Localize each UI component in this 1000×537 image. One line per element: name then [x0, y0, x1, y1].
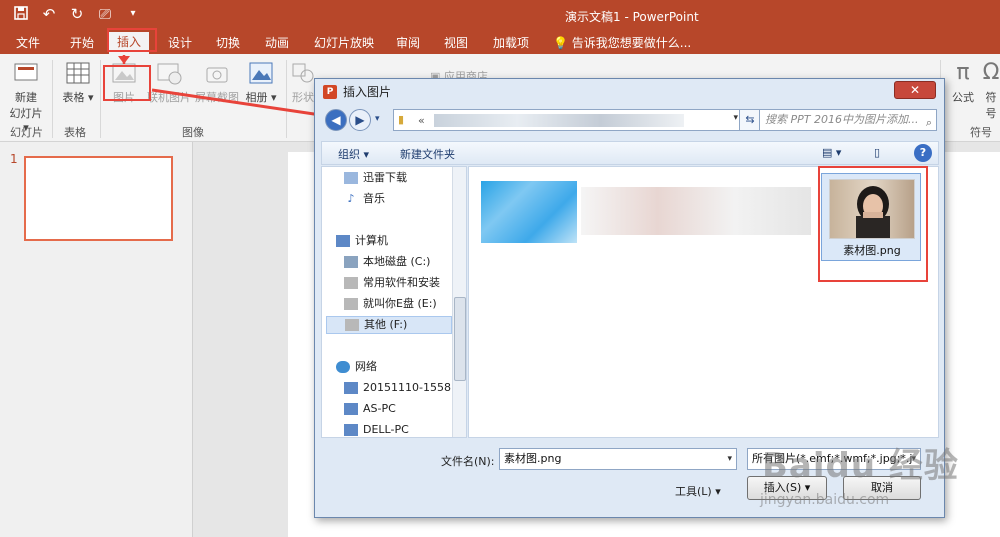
- network-icon: [336, 361, 350, 373]
- new-folder-button[interactable]: 新建文件夹: [400, 146, 455, 162]
- music-icon: ♪: [347, 192, 355, 205]
- filename-label: 文件名(N):: [441, 455, 495, 468]
- help-icon[interactable]: ?: [914, 144, 932, 162]
- recent-locations-icon[interactable]: ▾: [375, 114, 380, 124]
- filename-input[interactable]: 素材图.png ▾: [499, 448, 737, 470]
- drive-icon: [344, 277, 358, 289]
- baidu-watermark: Baidu 经验 jingyan.baidu.com: [740, 430, 990, 530]
- search-placeholder: 搜索 PPT 2016中为图片添加...: [765, 113, 919, 126]
- blurred-file-1: [481, 181, 577, 243]
- nav-item-music[interactable]: ♪ 音乐: [344, 190, 385, 208]
- pc-icon: [344, 382, 358, 394]
- back-button[interactable]: ◀: [325, 109, 347, 131]
- pc-icon: [344, 424, 358, 436]
- annotation-box-file: [818, 166, 928, 282]
- nav-item-network-pc-3[interactable]: DELL-PC: [344, 421, 409, 437]
- forward-button[interactable]: ▶: [349, 109, 371, 131]
- filename-dropdown-icon[interactable]: ▾: [727, 449, 732, 469]
- address-prefix: «: [418, 114, 425, 127]
- drive-c-icon: [344, 256, 358, 268]
- search-input[interactable]: 搜索 PPT 2016中为图片添加... ⌕: [759, 109, 937, 131]
- preview-pane-icon[interactable]: ▯: [874, 146, 880, 159]
- nav-scrollbar[interactable]: [452, 167, 466, 437]
- tools-button[interactable]: 工具(L) ▾: [675, 483, 721, 499]
- folder-icon: ▮: [398, 113, 405, 126]
- dialog-title: 插入图片: [343, 85, 392, 99]
- view-options-icon[interactable]: ▤ ▾: [822, 146, 841, 159]
- nav-item-downloads[interactable]: 迅雷下载: [344, 169, 407, 187]
- computer-icon: [336, 235, 350, 247]
- blurred-file-2: [581, 187, 811, 235]
- drive-icon: [345, 319, 359, 331]
- nav-item-network-pc-2[interactable]: AS-PC: [344, 400, 396, 418]
- dialog-title-bar: P 插入图片: [323, 83, 391, 100]
- drive-icon: [344, 298, 358, 310]
- nav-item-computer[interactable]: 计算机: [336, 232, 388, 250]
- nav-item-network[interactable]: 网络: [336, 358, 377, 376]
- dialog-close-button[interactable]: ✕: [894, 81, 936, 99]
- downloads-folder-icon: [344, 172, 358, 184]
- address-blurred: [434, 114, 684, 127]
- filename-value: 素材图.png: [504, 452, 562, 465]
- search-icon: ⌕: [925, 116, 932, 129]
- nav-item-drive-e[interactable]: 就叫你E盘 (E:): [344, 295, 437, 313]
- nav-scroll-thumb[interactable]: [454, 297, 466, 381]
- powerpoint-icon: P: [323, 84, 337, 99]
- organize-button[interactable]: 组织 ▾: [338, 146, 369, 162]
- nav-item-drive-c[interactable]: 本地磁盘 (C:): [344, 253, 430, 271]
- nav-item-drive-d[interactable]: 常用软件和安装: [344, 274, 440, 292]
- navigation-pane: 迅雷下载 ♪ 音乐 计算机 本地磁盘 (C:) 常用软件和安装 就叫你E盘 (E:…: [321, 166, 467, 438]
- pc-icon: [344, 403, 358, 415]
- refresh-button[interactable]: ⇆: [739, 109, 761, 131]
- address-bar[interactable]: ▮ « ▾: [393, 109, 743, 131]
- watermark-sub: jingyan.baidu.com: [760, 492, 890, 508]
- address-dropdown-icon[interactable]: ▾: [733, 113, 738, 123]
- nav-item-network-pc-1[interactable]: 20151110-1558: [344, 379, 451, 397]
- watermark-main: Baidu 经验: [762, 446, 959, 486]
- nav-item-drive-f[interactable]: 其他 (F:): [326, 316, 452, 334]
- dialog-toolbar: 组织 ▾ 新建文件夹 ▤ ▾ ▯ ?: [321, 141, 939, 165]
- dialog-navigation-row: ◀ ▶ ▾ ▮ « ▾ ⇆ 搜索 PPT 2016中为图片添加... ⌕: [321, 107, 939, 133]
